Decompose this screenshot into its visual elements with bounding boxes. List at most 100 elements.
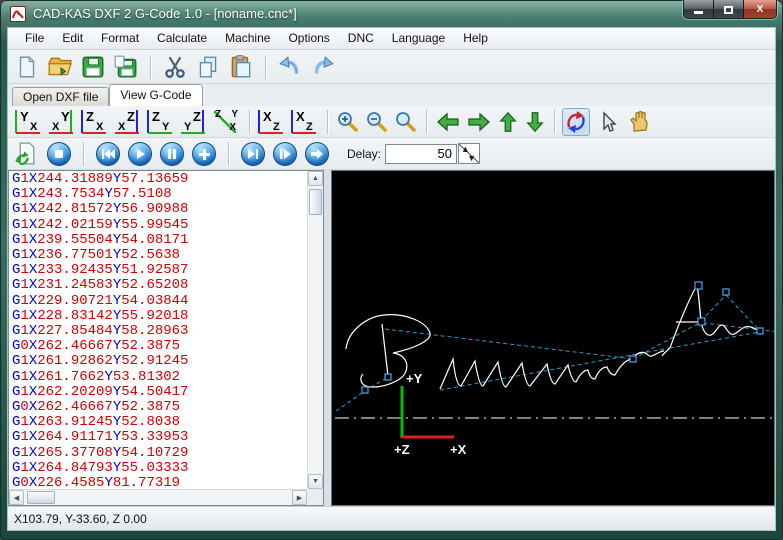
gcode-line[interactable]: G0X262.46667Y52.3875 <box>12 400 306 415</box>
close-button[interactable]: X <box>744 0 776 19</box>
gcode-line[interactable]: G1X242.81572Y56.90988 <box>12 202 306 217</box>
rotate-xz-button[interactable]: X Z <box>257 109 287 134</box>
delay-input[interactable] <box>385 144 457 164</box>
pan-up-button[interactable] <box>496 110 520 134</box>
gcode-line[interactable]: G1X231.24583Y52.65208 <box>12 278 306 293</box>
gcode-line[interactable]: G1X227.85484Y58.28963 <box>12 324 306 339</box>
gcode-line[interactable]: G0X226.4585Y81.77319 <box>12 476 306 488</box>
menu-dnc[interactable]: DNC <box>339 28 383 49</box>
zoom-in-button[interactable] <box>335 110 361 134</box>
axis-indicator: +Y +Z +X <box>394 371 467 457</box>
select-button[interactable] <box>593 108 621 136</box>
tab-view-gcode[interactable]: View G-Code <box>109 84 202 106</box>
selection-handles[interactable] <box>362 282 775 393</box>
gcode-line[interactable]: G1X236.77501Y52.5638 <box>12 248 306 263</box>
gcode-line[interactable]: G1X264.84793Y55.03333 <box>12 461 306 476</box>
gcode-line[interactable]: G0X262.46667Y52.3875 <box>12 339 306 354</box>
view-zx-button[interactable]: Z X <box>80 109 110 134</box>
pan-down-button[interactable] <box>523 110 547 134</box>
zoom-fit-button[interactable] <box>393 110 419 134</box>
spinner-down-icon[interactable]: ▼ <box>467 153 476 163</box>
skip-end-button[interactable] <box>241 142 265 166</box>
arrow-right-icon <box>465 111 493 133</box>
coordinate-readout: X103.79, Y-33.60, Z 0.00 <box>14 512 147 526</box>
rewind-button[interactable] <box>96 142 120 166</box>
axis-label-z: +Z <box>394 442 410 457</box>
pan-right-button[interactable] <box>465 111 493 133</box>
stop-button[interactable] <box>47 142 71 166</box>
gcode-line[interactable]: G1X243.7534Y57.5108 <box>12 187 306 202</box>
rotate-xz2-button[interactable]: X Z <box>290 109 320 134</box>
save-button[interactable] <box>80 54 106 80</box>
menu-help[interactable]: Help <box>454 28 497 49</box>
scroll-left-button[interactable]: ◀ <box>9 490 24 505</box>
maximize-button[interactable] <box>714 0 744 19</box>
delay-spinner[interactable]: ▲ ▼ <box>458 143 480 164</box>
panel-splitter[interactable] <box>324 170 331 506</box>
gcode-line[interactable]: G1X262.20209Y54.50417 <box>12 385 306 400</box>
view-3d-button[interactable]: Z Y X <box>212 109 242 134</box>
toolbar-separator <box>426 110 427 134</box>
gcode-preview-canvas[interactable]: +Y +Z +X <box>331 170 775 506</box>
gcode-line[interactable]: G1X229.90721Y54.03844 <box>12 294 306 309</box>
pan-hand-button[interactable] <box>624 108 654 136</box>
paste-button[interactable] <box>228 54 254 80</box>
vertical-scroll-thumb[interactable] <box>309 189 322 215</box>
cut-button[interactable] <box>162 54 188 80</box>
undo-button[interactable] <box>277 54 303 80</box>
gcode-line[interactable]: G1X242.02159Y55.99545 <box>12 218 306 233</box>
view-yz-button[interactable]: Y Z <box>179 109 209 134</box>
gcode-list[interactable]: G1X244.31889Y57.13659G1X243.7534Y57.5108… <box>12 172 306 488</box>
menu-calculate[interactable]: Calculate <box>148 28 216 49</box>
rotate-3d-button[interactable] <box>562 108 590 136</box>
scroll-right-button[interactable]: ▶ <box>292 490 307 505</box>
view-xy-button[interactable]: X Y <box>47 109 77 134</box>
pause-button[interactable] <box>160 142 184 166</box>
menu-options[interactable]: Options <box>279 28 338 49</box>
vertical-scrollbar[interactable]: ▲ ▼ <box>307 171 323 489</box>
gcode-line[interactable]: G1X264.91171Y53.33953 <box>12 430 306 445</box>
menu-format[interactable]: Format <box>92 28 148 49</box>
minimize-button[interactable] <box>684 0 714 19</box>
step-button[interactable] <box>273 142 297 166</box>
gcode-line[interactable]: G1X228.83142Y55.92018 <box>12 309 306 324</box>
convert-button[interactable] <box>14 141 39 166</box>
zoom-out-button[interactable] <box>364 110 390 134</box>
view-zy-button[interactable]: Z Y <box>146 109 176 134</box>
menu-machine[interactable]: Machine <box>216 28 279 49</box>
pan-left-button[interactable] <box>434 111 462 133</box>
gcode-line[interactable]: G1X261.7662Y53.81302 <box>12 370 306 385</box>
cursor-icon <box>596 111 618 133</box>
horizontal-scrollbar[interactable]: ◀ ▶ <box>9 489 307 505</box>
copy-button[interactable] <box>195 54 221 80</box>
title-bar[interactable]: CAD-KAS DXF 2 G-Code 1.0 - [noname.cnc*]… <box>0 0 783 28</box>
forward-button[interactable] <box>305 142 329 166</box>
add-button[interactable] <box>192 142 216 166</box>
zoom-icon <box>393 110 419 134</box>
gcode-line[interactable]: G1X244.31889Y57.13659 <box>12 172 306 187</box>
view-yx-button[interactable]: Y X <box>14 109 44 134</box>
save-as-button[interactable] <box>113 54 139 80</box>
redo-button[interactable] <box>310 54 336 80</box>
new-file-button[interactable] <box>14 54 40 80</box>
tab-open-dxf-file[interactable]: Open DXF file <box>12 87 109 106</box>
client-area: File Edit Format Calculate Machine Optio… <box>8 28 775 530</box>
menu-language[interactable]: Language <box>383 28 454 49</box>
open-file-button[interactable] <box>47 54 73 80</box>
status-bar: X103.79, Y-33.60, Z 0.00 <box>8 506 775 530</box>
menu-edit[interactable]: Edit <box>53 28 92 49</box>
gcode-line[interactable]: G1X263.91245Y52.8038 <box>12 415 306 430</box>
gcode-line[interactable]: G1X261.92862Y52.91245 <box>12 354 306 369</box>
scroll-up-button[interactable]: ▲ <box>308 171 323 186</box>
gcode-line[interactable]: G1X265.37708Y54.10729 <box>12 446 306 461</box>
redo-icon <box>310 54 336 80</box>
toolbar-separator <box>554 110 555 134</box>
menu-file[interactable]: File <box>16 28 53 49</box>
scroll-down-button[interactable]: ▼ <box>308 474 323 489</box>
play-button[interactable] <box>128 142 152 166</box>
window-title: CAD-KAS DXF 2 G-Code 1.0 - [noname.cnc*] <box>33 6 297 21</box>
view-xz-button[interactable]: X Z <box>113 109 143 134</box>
horizontal-scroll-thumb[interactable] <box>27 491 55 504</box>
gcode-line[interactable]: G1X233.92435Y51.92587 <box>12 263 306 278</box>
gcode-line[interactable]: G1X239.55504Y54.08171 <box>12 233 306 248</box>
